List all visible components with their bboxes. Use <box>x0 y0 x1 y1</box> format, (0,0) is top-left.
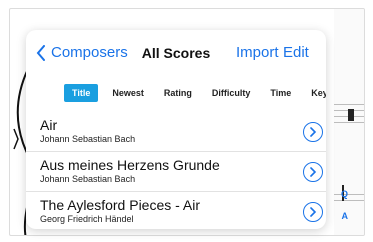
edit-button[interactable]: Edit <box>283 44 309 61</box>
index-letter-a[interactable]: A <box>342 211 349 221</box>
score-title: The Aylesford Pieces - Air <box>40 197 201 213</box>
tab-title[interactable]: Title <box>64 84 99 102</box>
import-button[interactable]: Import <box>236 44 279 61</box>
chevron-right-circle-icon[interactable] <box>303 122 323 142</box>
scores-popover: Composers All Scores Import Edit Title N… <box>26 30 326 229</box>
sheet-music-background <box>334 9 364 235</box>
score-title: Aus meines Herzens Grunde <box>40 157 220 173</box>
list-item[interactable]: Air Johann Sebastian Bach <box>26 112 326 152</box>
chevron-right-circle-icon[interactable] <box>303 162 323 182</box>
sort-tabs: Title Newest Rating Difficulty Time Key <box>64 83 326 103</box>
score-composer: Johann Sebastian Bach <box>40 134 136 144</box>
tab-difficulty[interactable]: Difficulty <box>206 84 257 102</box>
score-composer: Johann Sebastian Bach <box>40 174 136 184</box>
chevron-right-circle-icon[interactable] <box>303 202 323 222</box>
tab-newest[interactable]: Newest <box>106 84 150 102</box>
list-item[interactable]: The Aylesford Pieces - Air Georg Friedri… <box>26 192 326 229</box>
scores-list: Air Johann Sebastian Bach Aus meines Her… <box>26 112 326 229</box>
popover-header: Composers All Scores Import Edit <box>26 30 326 76</box>
tab-key[interactable]: Key <box>305 84 326 102</box>
page-title: All Scores <box>141 45 211 61</box>
index-search-icon[interactable]: Q <box>341 189 348 199</box>
score-title: Air <box>40 117 58 133</box>
score-composer: Georg Friedrich Händel <box>40 214 134 224</box>
tab-rating[interactable]: Rating <box>158 84 198 102</box>
list-item[interactable]: Aus meines Herzens Grunde Johann Sebasti… <box>26 152 326 192</box>
tab-time[interactable]: Time <box>264 84 297 102</box>
